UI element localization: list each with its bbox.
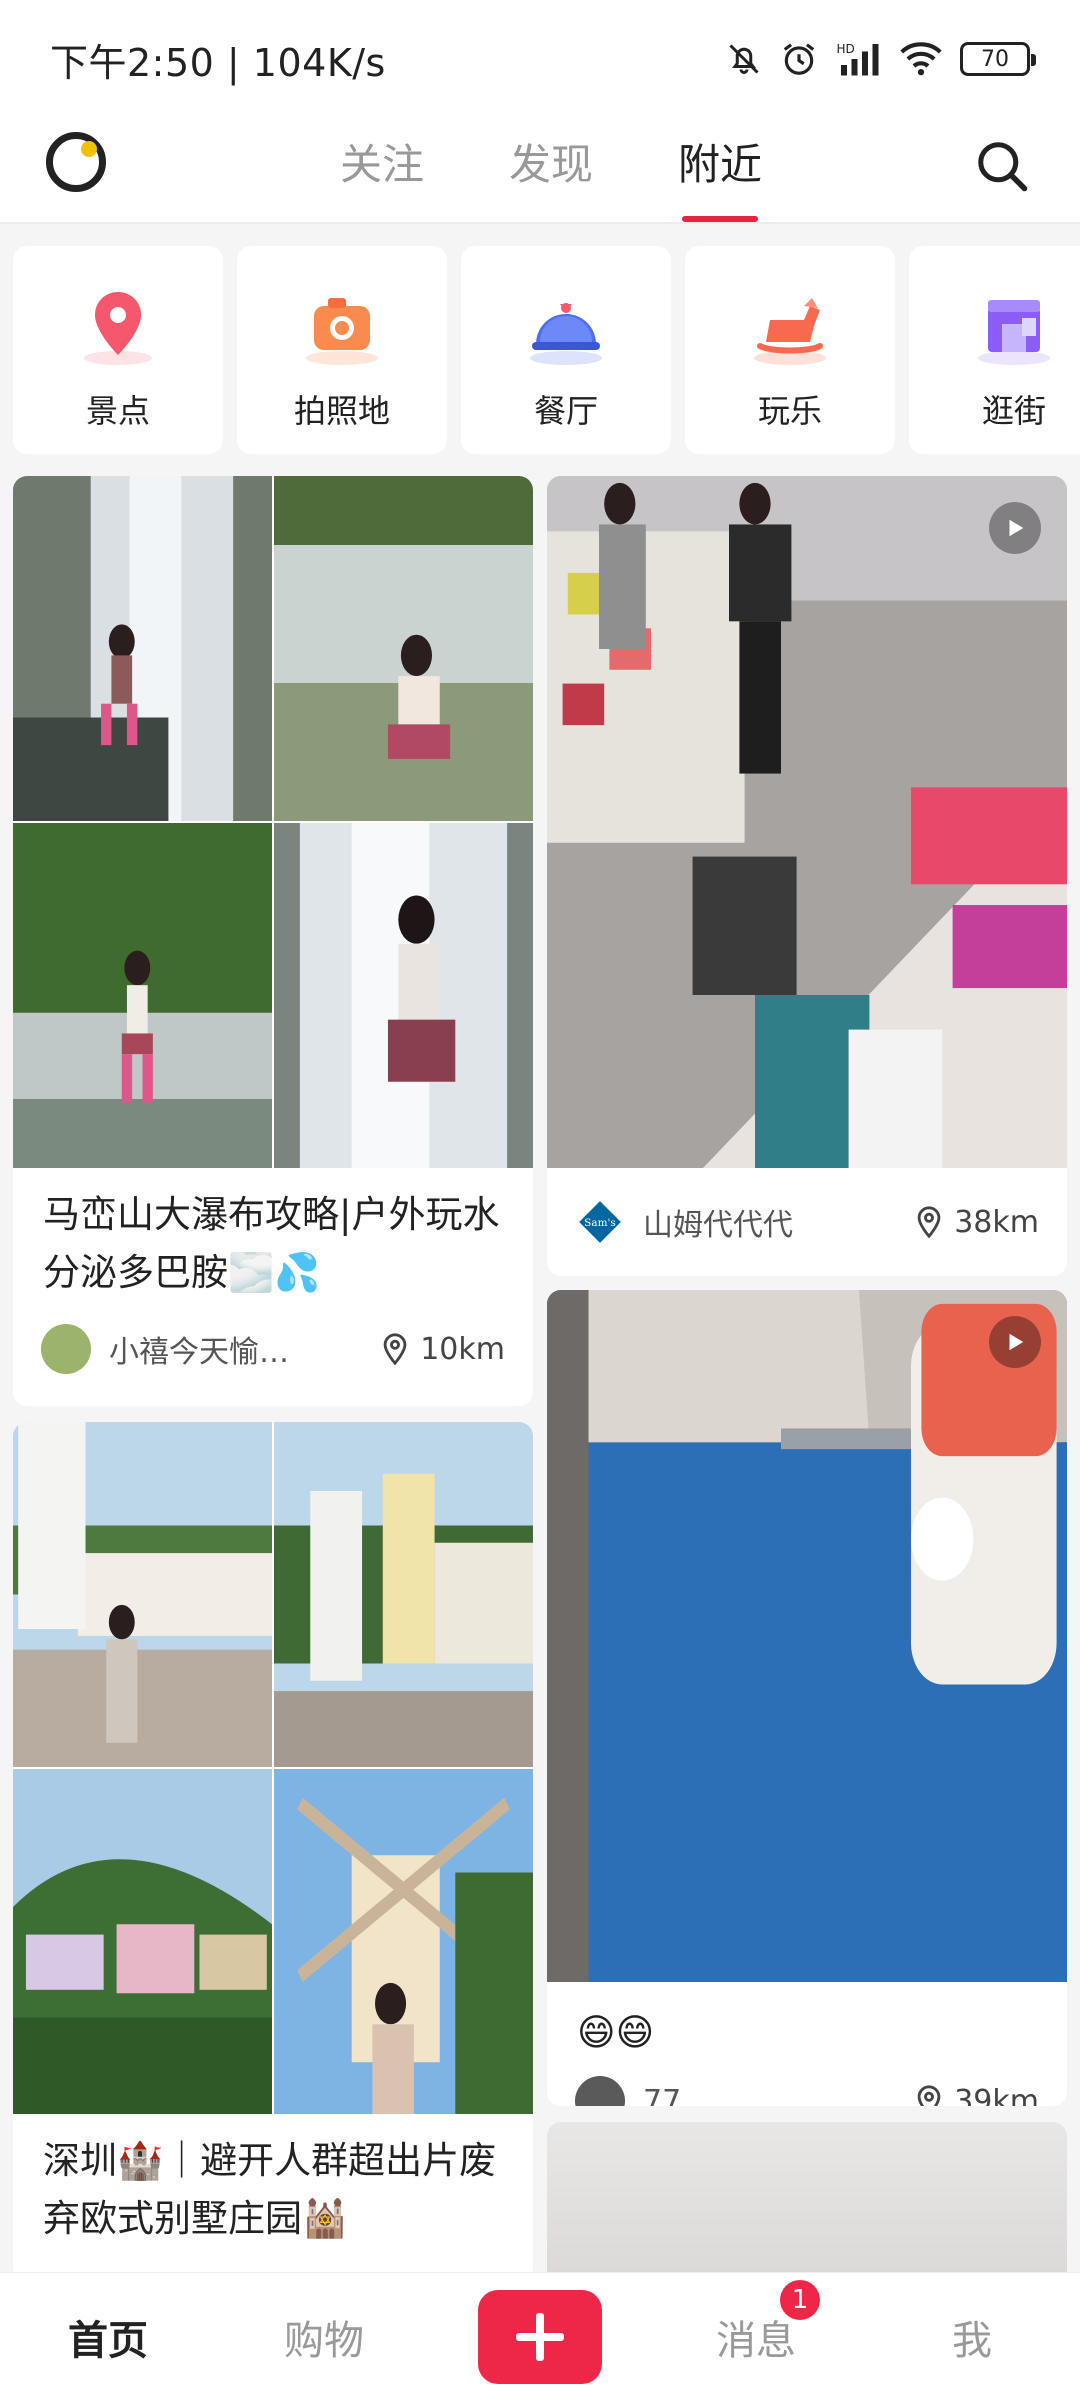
status-time: 下午2:50 | 104K/s <box>50 40 386 85</box>
video-card[interactable]: Sam's 山姆代代代 38km <box>547 476 1067 1276</box>
map-pin-icon <box>70 284 166 368</box>
category-shopping[interactable]: 逛街 <box>909 246 1080 454</box>
svg-text:HD: HD <box>837 42 855 56</box>
avatar[interactable] <box>41 1324 91 1374</box>
note-title: 😄😄 <box>577 2011 655 2054</box>
distance-text: 38km <box>954 1204 1039 1240</box>
video-play-icon <box>989 502 1041 554</box>
avatar[interactable] <box>575 2076 625 2106</box>
location-pin-icon <box>917 2085 941 2106</box>
distance-text: 39km <box>954 2083 1039 2107</box>
note-distance: 38km <box>912 1205 1039 1240</box>
photo-villa-3 <box>13 1769 272 2114</box>
photo-villa-1 <box>13 1422 272 1767</box>
note-author[interactable]: 77 <box>643 2084 912 2107</box>
nav-shopping[interactable]: 购物 <box>216 2308 432 2366</box>
category-photo-spots[interactable]: 拍照地 <box>237 246 447 454</box>
camera-icon <box>294 284 390 368</box>
add-post-button[interactable] <box>478 2289 602 2384</box>
nav-add[interactable] <box>432 2289 648 2384</box>
unread-badge: 1 <box>780 2279 820 2320</box>
nav-messages-label: 消息 <box>716 2317 796 2364</box>
bottom-nav: 首页 购物 消息 1 我 <box>0 2272 1080 2400</box>
tab-follow[interactable]: 关注 <box>340 118 424 224</box>
note-author[interactable]: 小禧今天愉… <box>109 1327 378 1371</box>
photo-waterfall-3 <box>13 823 272 1168</box>
distance-text: 10km <box>420 1331 505 1367</box>
category-label: 餐厅 <box>533 392 598 430</box>
mute-bell-icon <box>726 41 762 77</box>
photo-villa-2 <box>274 1422 533 1767</box>
note-card[interactable]: 马峦山大瀑布攻略|户外玩水分泌多巴胺🌫️💦 小禧今天愉… 10km <box>13 476 533 1406</box>
status-bar: 下午2:50 | 104K/s HD 70 <box>0 0 1080 118</box>
note-meta: 77 39km <box>547 2076 1067 2106</box>
status-icons: HD 70 <box>726 40 1036 78</box>
location-pin-icon <box>383 1333 407 1366</box>
feed-tabs: 关注 发现 附近 <box>0 118 1080 224</box>
note-card[interactable]: 深圳🏰｜避开人群超出片废弃欧式别墅庄园🕍 <box>13 1422 533 2282</box>
search-icon[interactable] <box>972 136 1032 196</box>
category-label: 拍照地 <box>293 392 390 430</box>
screen: 下午2:50 | 104K/s HD 70 关注 发现 附近 景点 拍照地 餐厅… <box>0 0 1080 2400</box>
wifi-icon <box>900 41 942 77</box>
video-play-icon <box>989 1316 1041 1368</box>
tab-nearby[interactable]: 附近 <box>678 118 762 224</box>
category-entertainment[interactable]: 玩乐 <box>685 246 895 454</box>
note-cover-image <box>13 1422 533 2114</box>
signal-icon: HD <box>836 41 882 77</box>
note-distance: 10km <box>378 1332 505 1367</box>
category-label: 玩乐 <box>757 392 822 430</box>
category-row: 景点 拍照地 餐厅 玩乐 逛街 <box>0 246 1080 458</box>
nav-messages[interactable]: 消息 1 <box>648 2279 864 2366</box>
note-meta: Sam's 山姆代代代 38km <box>547 1168 1067 1276</box>
category-restaurants[interactable]: 餐厅 <box>461 246 671 454</box>
video-cover-image <box>547 476 1067 1168</box>
svg-text:Sam's: Sam's <box>584 1217 615 1229</box>
rocking-horse-icon <box>742 284 838 368</box>
nav-home[interactable]: 首页 <box>0 2308 216 2366</box>
food-cloche-icon <box>518 284 614 368</box>
location-pin-icon <box>917 1206 941 1239</box>
battery-icon: 70 <box>960 42 1036 76</box>
video-card[interactable]: 😄😄 77 39km <box>547 1290 1067 2106</box>
sams-club-avatar[interactable]: Sam's <box>575 1197 625 1247</box>
category-label: 逛街 <box>981 392 1046 430</box>
tab-discover[interactable]: 发现 <box>509 118 593 224</box>
photo-windmill <box>274 1769 533 2114</box>
category-scenic-spots[interactable]: 景点 <box>13 246 223 454</box>
note-meta: 小禧今天愉… 10km <box>13 1324 533 1374</box>
note-distance: 39km <box>912 2083 1039 2107</box>
nearby-feed: 马峦山大瀑布攻略|户外玩水分泌多巴胺🌫️💦 小禧今天愉… 10km 深圳🏰｜避开… <box>0 476 1080 2322</box>
photo-waterfall-4 <box>274 823 533 1168</box>
note-title: 马峦山大瀑布攻略|户外玩水分泌多巴胺🌫️💦 <box>43 1193 500 1294</box>
note-author[interactable]: 山姆代代代 <box>643 1200 912 1244</box>
photo-waterfall-1 <box>13 476 272 821</box>
note-cover-image <box>13 476 533 1168</box>
alarm-icon <box>780 40 818 78</box>
shop-icon <box>966 284 1062 368</box>
photo-waterfall-2 <box>274 476 533 821</box>
category-label: 景点 <box>85 392 150 430</box>
note-title: 深圳🏰｜避开人群超出片废弃欧式别墅庄园🕍 <box>43 2139 497 2240</box>
top-nav: 关注 发现 附近 <box>0 118 1080 224</box>
video-cover-image <box>547 1290 1067 1982</box>
nav-me[interactable]: 我 <box>864 2308 1080 2366</box>
